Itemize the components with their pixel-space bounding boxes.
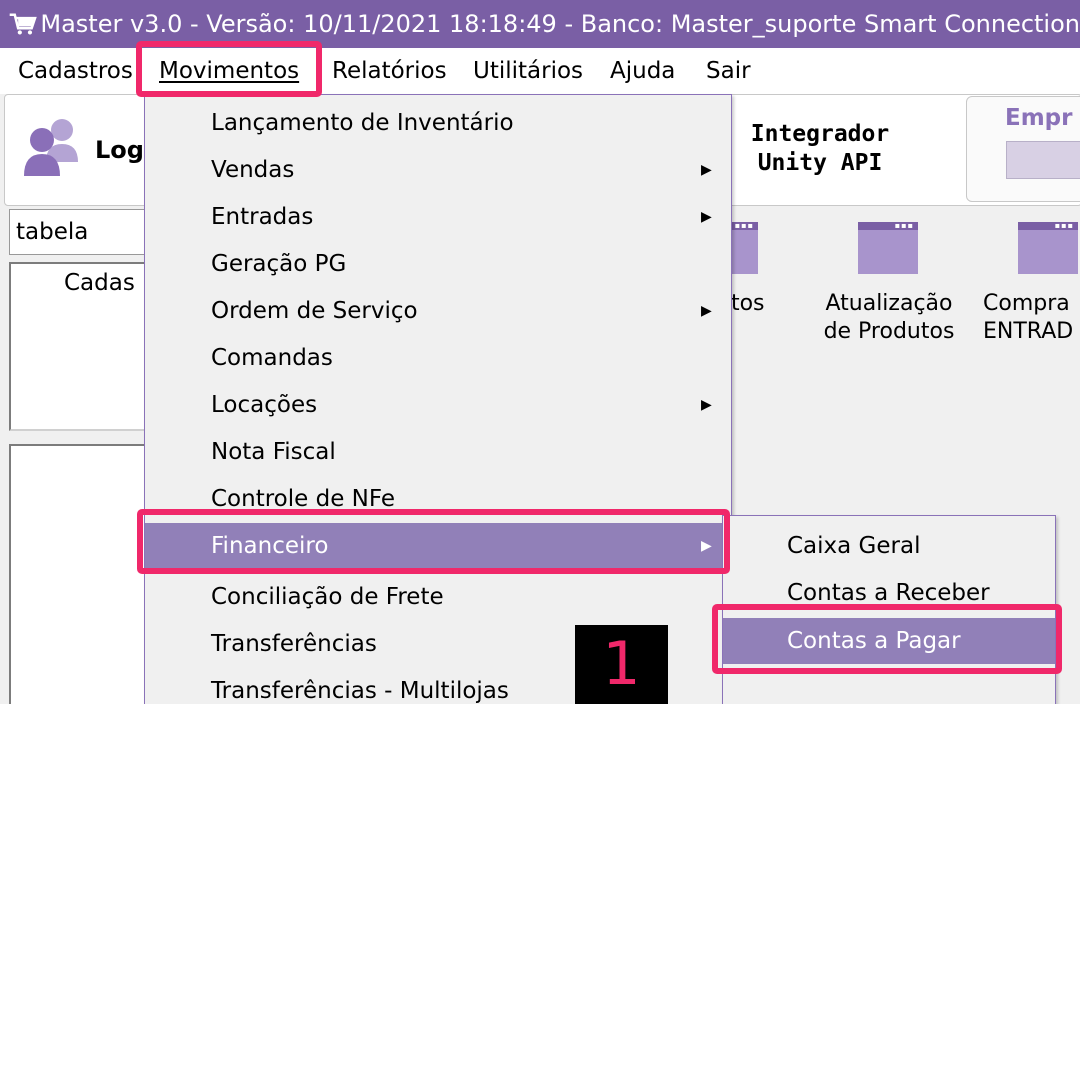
highlight-movimentos bbox=[136, 41, 322, 97]
integrador-line2: Unity API bbox=[757, 150, 883, 176]
menu-item-entradas[interactable]: Entradas ▶ bbox=[145, 194, 731, 240]
menu-item-vendas[interactable]: Vendas ▶ bbox=[145, 147, 731, 193]
chevron-right-icon: ▶ bbox=[701, 209, 712, 225]
menu-relatorios[interactable]: Relatórios bbox=[332, 56, 447, 86]
menu-item-locacoes[interactable]: Locações ▶ bbox=[145, 382, 731, 428]
highlight-contas-pagar bbox=[712, 604, 1062, 674]
menu-utilitarios[interactable]: Utilitários bbox=[473, 56, 583, 86]
empresa-input[interactable] bbox=[1006, 141, 1080, 179]
submenu-item-caixa-geral[interactable]: Caixa Geral bbox=[723, 523, 1055, 569]
window-title: Master v3.0 - Versão: 10/11/2021 18:18:4… bbox=[40, 10, 1080, 38]
chevron-right-icon: ▶ bbox=[701, 162, 712, 178]
menu-item-geracao-pg[interactable]: Geração PG bbox=[145, 241, 731, 287]
menu-item-lancamento-inventario[interactable]: Lançamento de Inventário bbox=[145, 100, 731, 146]
shortcut-compra-label[interactable]: Compra ENTRAD bbox=[983, 290, 1073, 346]
menu-sair[interactable]: Sair bbox=[706, 56, 751, 86]
list-panel[interactable] bbox=[9, 444, 163, 704]
movimentos-dropdown: Lançamento de Inventário Vendas ▶ Entrada… bbox=[144, 94, 732, 704]
menu-cadastros[interactable]: Cadastros bbox=[18, 56, 133, 86]
cart-icon bbox=[9, 13, 37, 35]
empresa-label: Empr bbox=[1005, 105, 1073, 131]
shortcut-atualizacao-label[interactable]: Atualização de Produtos bbox=[814, 290, 964, 346]
integrador-button[interactable]: Integrador Unity API bbox=[735, 120, 905, 178]
menu-item-comandas[interactable]: Comandas bbox=[145, 335, 731, 381]
highlight-financeiro bbox=[137, 509, 730, 574]
integrador-line1: Integrador bbox=[750, 121, 890, 147]
users-icon[interactable] bbox=[22, 116, 82, 180]
menu-item-ordem-servico[interactable]: Ordem de Serviço ▶ bbox=[145, 288, 731, 334]
menu-item-nota-fiscal[interactable]: Nota Fiscal bbox=[145, 429, 731, 475]
app-screen: Master v3.0 - Versão: 10/11/2021 18:18:4… bbox=[0, 0, 1080, 704]
menu-item-conciliacao-frete[interactable]: Conciliação de Frete bbox=[145, 574, 731, 620]
window-icon[interactable]: ▪▪▪ bbox=[1018, 222, 1078, 274]
tree-item[interactable]: Cadas bbox=[64, 270, 135, 296]
window-icon[interactable]: ▪▪▪ bbox=[858, 222, 918, 274]
login-label[interactable]: Log bbox=[95, 136, 144, 164]
chevron-right-icon: ▶ bbox=[701, 303, 712, 319]
menu-ajuda[interactable]: Ajuda bbox=[610, 56, 675, 86]
step-badge: 1 bbox=[575, 625, 668, 704]
chevron-right-icon: ▶ bbox=[701, 397, 712, 413]
